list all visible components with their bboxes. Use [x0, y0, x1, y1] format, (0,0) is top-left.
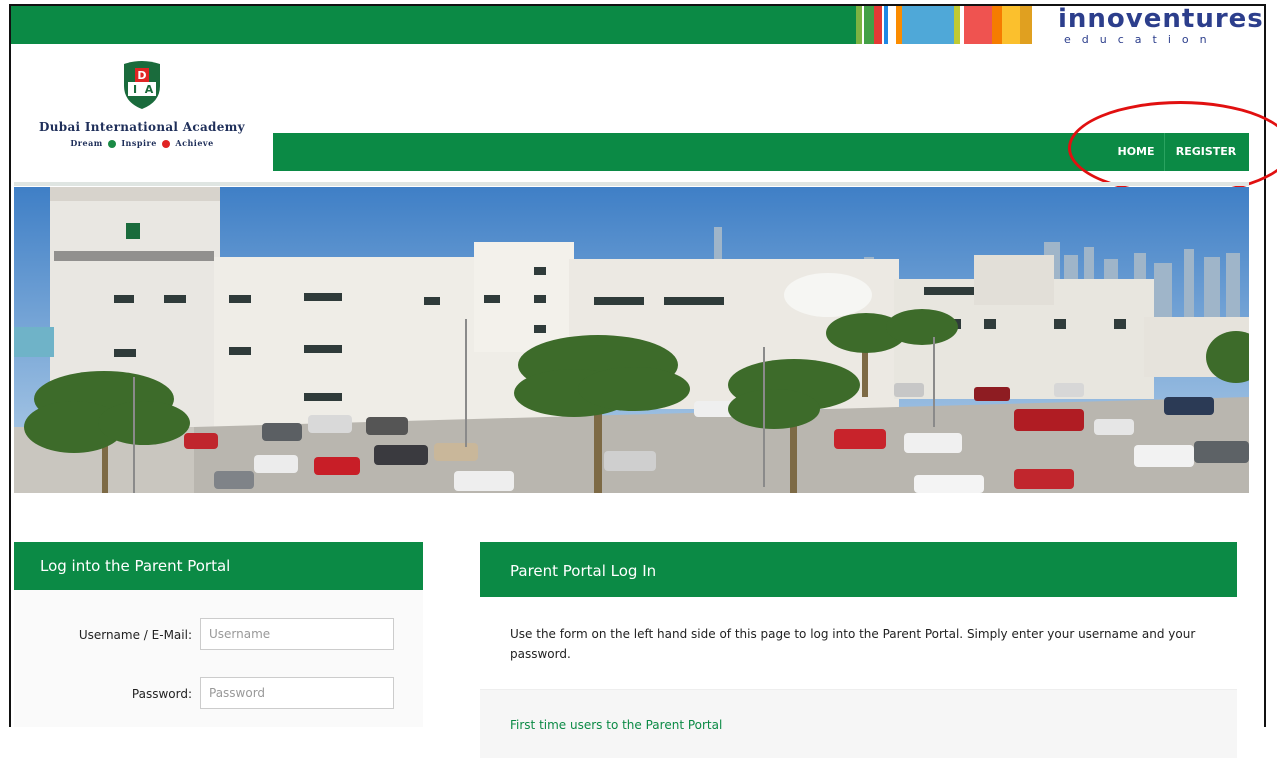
username-row: Username / E-Mail:: [14, 618, 423, 652]
innoventures-subtitle: education: [1064, 33, 1218, 46]
tag-dot-icon: [162, 140, 171, 148]
campus-photo: [14, 187, 1249, 493]
dia-shield-icon: D I A: [124, 61, 160, 109]
tag-achieve: Achieve: [175, 138, 214, 148]
top-green-band: [11, 6, 857, 44]
login-panel: Log into the Parent Portal Username / E-…: [14, 542, 423, 727]
info-panel: Parent Portal Log In Use the form on the…: [480, 542, 1237, 758]
tag-dream: Dream: [70, 138, 103, 148]
svg-text:I: I: [133, 83, 137, 96]
innoventures-logo[interactable]: innoventures education: [1058, 4, 1263, 46]
username-label: Username / E-Mail:: [78, 628, 192, 642]
svg-text:D: D: [137, 69, 146, 82]
info-intro-text: Use the form on the left hand side of th…: [480, 597, 1237, 690]
academy-name: Dubai International Academy: [39, 120, 245, 134]
academy-tagline: Dream Inspire Achieve: [14, 138, 270, 148]
innoventures-wordmark: innoventures: [1058, 4, 1264, 34]
nav-home[interactable]: HOME: [1108, 133, 1165, 171]
nav-register[interactable]: REGISTER: [1166, 133, 1246, 171]
first-time-users-link[interactable]: First time users to the Parent Portal: [480, 690, 1237, 758]
info-panel-title: Parent Portal Log In: [480, 542, 1237, 597]
login-panel-title: Log into the Parent Portal: [14, 542, 423, 590]
svg-text:A: A: [145, 83, 154, 96]
username-input[interactable]: [200, 618, 394, 650]
academy-logo[interactable]: D I A Dubai International Academy Dream …: [14, 58, 270, 158]
password-row: Password:: [14, 677, 423, 711]
tag-inspire: Inspire: [121, 138, 157, 148]
main-nav: HOME REGISTER: [273, 133, 1249, 171]
tag-dot-icon: [108, 140, 117, 148]
color-strips: [856, 6, 1040, 44]
header-divider: [14, 182, 1249, 186]
password-label: Password:: [131, 687, 192, 701]
password-input[interactable]: [200, 677, 394, 709]
